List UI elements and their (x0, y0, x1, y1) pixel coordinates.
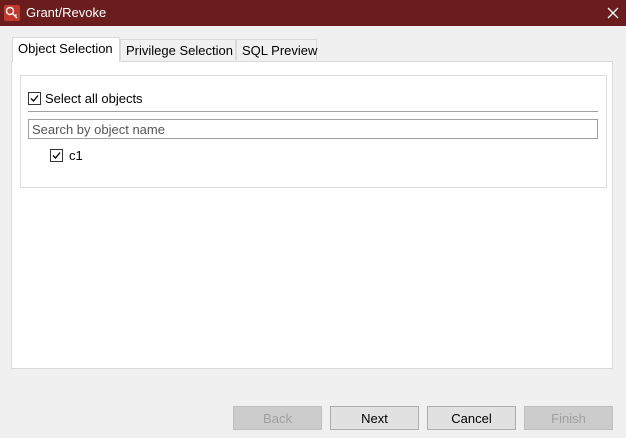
app-icon (4, 5, 20, 21)
object-item-c1[interactable]: c1 (50, 147, 83, 164)
title-bar: Grant/Revoke (0, 0, 626, 26)
object-group: Select all objects c1 (20, 75, 607, 188)
checkbox-checked-icon (28, 92, 41, 105)
divider (28, 111, 598, 112)
cancel-button[interactable]: Cancel (427, 406, 516, 430)
close-button[interactable] (600, 0, 626, 26)
select-all-label: Select all objects (45, 91, 143, 106)
checkbox-checked-icon (50, 149, 63, 162)
close-icon (607, 7, 619, 19)
tab-sql-preview[interactable]: SQL Preview (236, 39, 317, 60)
finish-button[interactable]: Finish (524, 406, 613, 430)
tab-object-selection[interactable]: Object Selection (12, 37, 120, 62)
next-button[interactable]: Next (330, 406, 419, 430)
search-input[interactable] (28, 119, 598, 139)
object-item-label: c1 (69, 148, 83, 163)
object-selection-panel: Select all objects c1 (11, 61, 613, 369)
back-button[interactable]: Back (233, 406, 322, 430)
tab-privilege-selection[interactable]: Privilege Selection (120, 39, 236, 60)
window-title: Grant/Revoke (26, 5, 107, 20)
select-all-checkbox[interactable]: Select all objects (28, 90, 143, 107)
